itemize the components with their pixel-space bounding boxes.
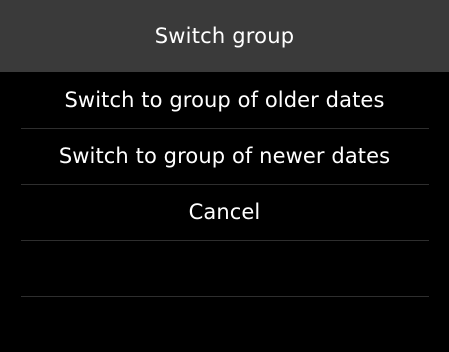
empty-menu-slot — [0, 296, 449, 352]
switch-to-newer-dates-option[interactable]: Switch to group of newer dates — [0, 128, 449, 184]
menu-separator — [21, 184, 429, 185]
menu-separator — [21, 240, 429, 241]
switch-to-older-dates-option[interactable]: Switch to group of older dates — [0, 72, 449, 128]
menu-separator — [21, 296, 429, 297]
dialog-title: Switch group — [154, 24, 295, 48]
printer-lcd-screen: Switch group Switch to group of older da… — [0, 0, 449, 338]
menu-separator — [21, 128, 429, 129]
empty-menu-slot — [0, 240, 449, 296]
cancel-option[interactable]: Cancel — [0, 184, 449, 240]
group-switch-menu: Switch to group of older dates Switch to… — [0, 72, 449, 352]
dialog-header: Switch group — [0, 0, 449, 72]
